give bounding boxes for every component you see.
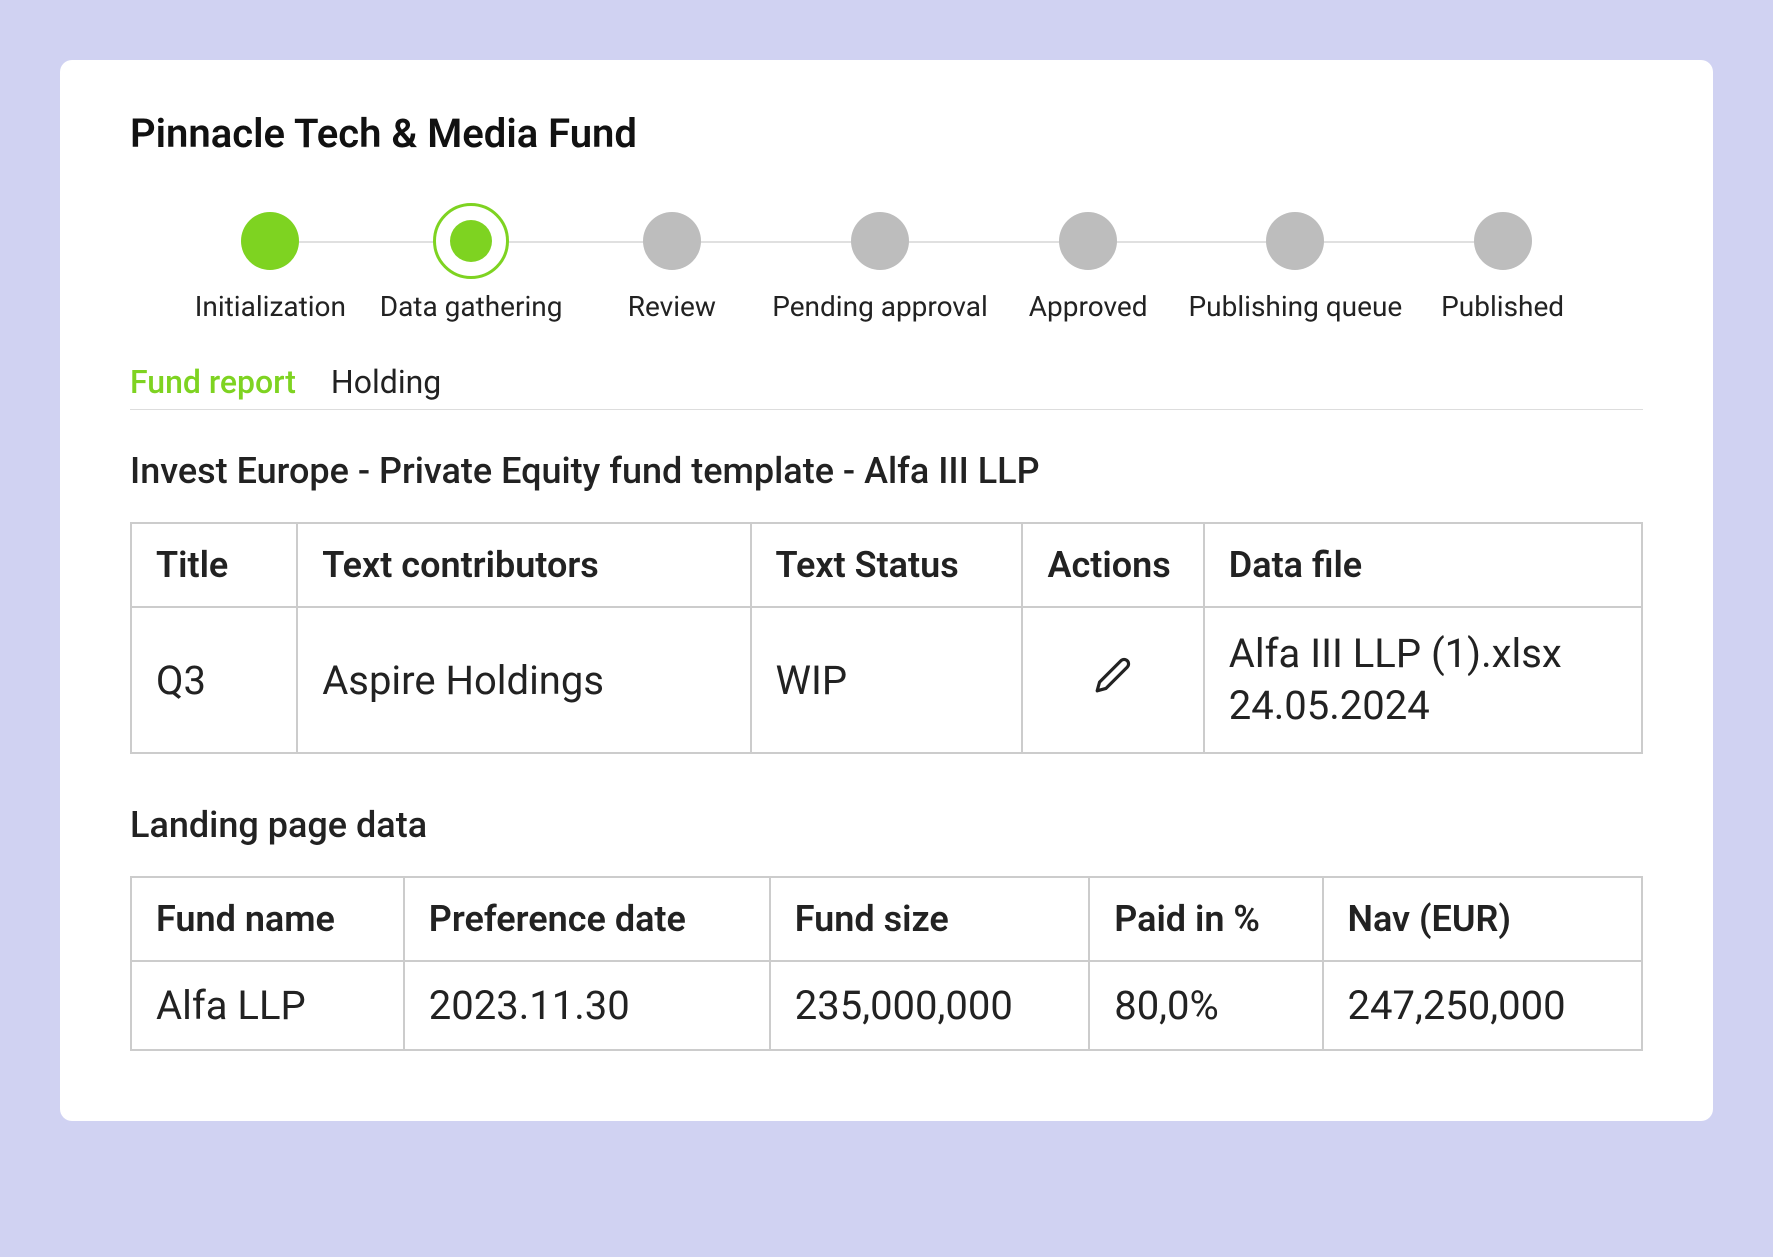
step-circle-icon [643, 212, 701, 270]
header-preference-date: Preference date [404, 877, 770, 961]
table-header-row: Title Text contributors Text Status Acti… [131, 523, 1642, 607]
step-pending-approval[interactable]: Pending approval [772, 212, 988, 323]
header-data-file: Data file [1204, 523, 1642, 607]
tab-holding[interactable]: Holding [331, 363, 441, 409]
header-fund-name: Fund name [131, 877, 404, 961]
cell-data-file: Alfa III LLP (1).xlsx 24.05.2024 [1204, 607, 1642, 753]
cell-status: WIP [751, 607, 1023, 753]
step-label: Initialization [195, 290, 346, 323]
step-circle-icon [851, 212, 909, 270]
step-approved[interactable]: Approved [988, 212, 1189, 323]
cell-paid-in: 80,0% [1089, 961, 1322, 1050]
cell-fund-name: Alfa LLP [131, 961, 404, 1050]
cell-actions [1022, 607, 1203, 753]
step-publishing-queue[interactable]: Publishing queue [1189, 212, 1403, 323]
step-label: Approved [1029, 290, 1148, 323]
header-contributors: Text contributors [297, 523, 750, 607]
header-actions: Actions [1022, 523, 1203, 607]
step-circle-icon [1266, 212, 1324, 270]
step-circle-icon [442, 212, 500, 270]
step-label: Publishing queue [1189, 290, 1403, 323]
header-nav: Nav (EUR) [1323, 877, 1642, 961]
workflow-stepper: Initialization Data gathering Review Pen… [130, 212, 1643, 323]
step-label: Published [1441, 290, 1564, 323]
step-label: Review [628, 290, 716, 323]
step-label: Pending approval [772, 290, 988, 323]
header-title: Title [131, 523, 297, 607]
table-header-row: Fund name Preference date Fund size Paid… [131, 877, 1642, 961]
step-review[interactable]: Review [571, 212, 772, 323]
data-file-date: 24.05.2024 [1229, 680, 1617, 732]
table-row: Q3 Aspire Holdings WIP Alfa III LLP (1).… [131, 607, 1642, 753]
cell-fund-size: 235,000,000 [770, 961, 1089, 1050]
landing-table: Fund name Preference date Fund size Paid… [130, 876, 1643, 1051]
step-circle-icon [241, 212, 299, 270]
cell-nav: 247,250,000 [1323, 961, 1642, 1050]
table-row: Alfa LLP 2023.11.30 235,000,000 80,0% 24… [131, 961, 1642, 1050]
header-paid-in: Paid in % [1089, 877, 1322, 961]
landing-section-title: Landing page data [130, 804, 1643, 846]
template-table: Title Text contributors Text Status Acti… [130, 522, 1643, 754]
step-initialization[interactable]: Initialization [170, 212, 371, 323]
step-label: Data gathering [380, 290, 563, 323]
header-status: Text Status [751, 523, 1023, 607]
data-file-name: Alfa III LLP (1).xlsx [1229, 628, 1617, 680]
cell-contributors: Aspire Holdings [297, 607, 750, 753]
cell-preference-date: 2023.11.30 [404, 961, 770, 1050]
tabs: Fund report Holding [130, 363, 1643, 410]
step-data-gathering[interactable]: Data gathering [371, 212, 572, 323]
step-circle-icon [1059, 212, 1117, 270]
main-card: Pinnacle Tech & Media Fund Initializatio… [60, 60, 1713, 1121]
cell-title: Q3 [131, 607, 297, 753]
template-section-title: Invest Europe - Private Equity fund temp… [130, 450, 1643, 492]
step-published[interactable]: Published [1402, 212, 1603, 323]
header-fund-size: Fund size [770, 877, 1089, 961]
edit-icon[interactable] [1094, 656, 1132, 704]
step-circle-icon [1474, 212, 1532, 270]
page-title: Pinnacle Tech & Media Fund [130, 110, 1643, 157]
tab-fund-report[interactable]: Fund report [130, 363, 296, 409]
